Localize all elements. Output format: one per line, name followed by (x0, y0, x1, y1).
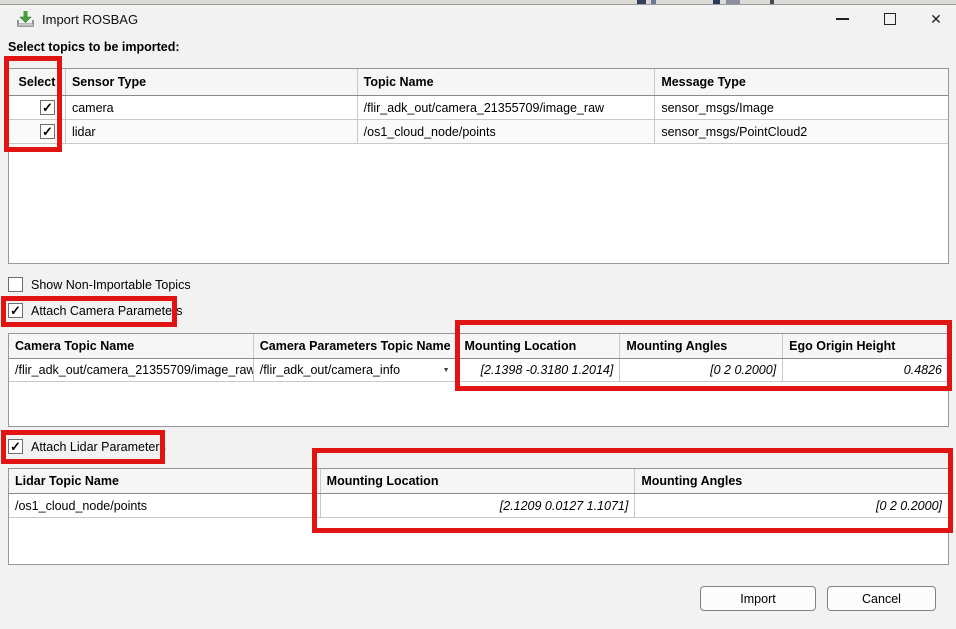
background-window-fragment (637, 0, 646, 4)
camera-sensor-type-cell[interactable]: camera (66, 96, 358, 119)
column-header-lidar-mounting-location: Mounting Location (321, 469, 636, 493)
topics-table-header: Select Sensor Type Topic Name Message Ty… (9, 69, 948, 96)
attach-camera-checkbox[interactable]: ✓ (8, 303, 23, 318)
select-topics-heading: Select topics to be imported: (8, 40, 180, 54)
import-rosbag-dialog: Import ROSBAG ✕ Select topics to be impo… (0, 0, 956, 629)
background-window-fragment (713, 0, 720, 4)
camera-select-checkbox[interactable]: ✓ (40, 100, 55, 115)
attach-lidar-label: Attach Lidar Parameters (31, 440, 166, 454)
camera-params-header: Camera Topic Name Camera Parameters Topi… (9, 334, 948, 359)
lidar-message-type-cell[interactable]: sensor_msgs/PointCloud2 (655, 120, 948, 143)
lidar-topic-cell[interactable]: /os1_cloud_node/points (9, 494, 321, 517)
camera-message-type-cell[interactable]: sensor_msgs/Image (655, 96, 948, 119)
lidar-mounting-angles-cell[interactable]: [0 2 0.2000] (635, 494, 948, 517)
background-window-strip (0, 0, 956, 5)
camera-select-cell: ✓ (9, 96, 66, 119)
column-header-ego-origin-height: Ego Origin Height (783, 334, 948, 358)
lidar-sensor-type-cell[interactable]: lidar (66, 120, 358, 143)
show-non-importable-row: Show Non-Importable Topics (8, 277, 191, 292)
import-button[interactable]: Import (700, 586, 816, 611)
camera-params-table: Camera Topic Name Camera Parameters Topi… (8, 333, 949, 427)
camera-topic-name-cell[interactable]: /flir_adk_out/camera_21355709/image_raw (358, 96, 656, 119)
window-title: Import ROSBAG (42, 12, 138, 27)
lidar-topic-name-cell[interactable]: /os1_cloud_node/points (358, 120, 656, 143)
topics-table: Select Sensor Type Topic Name Message Ty… (8, 68, 949, 264)
column-header-cam-mounting-angles: Mounting Angles (620, 334, 783, 358)
lidar-params-row[interactable]: /os1_cloud_node/points [2.1209 0.0127 1.… (9, 494, 948, 518)
attach-lidar-row: ✓ Attach Lidar Parameters (8, 439, 166, 454)
show-non-importable-label: Show Non-Importable Topics (31, 278, 191, 292)
ego-origin-height-cell[interactable]: 0.4826 (783, 359, 948, 381)
background-window-fragment (726, 0, 740, 4)
cam-mounting-location-cell[interactable]: [2.1398 -0.3180 1.2014] (459, 359, 621, 381)
camera-params-row[interactable]: /flir_adk_out/camera_21355709/image_raw … (9, 359, 948, 382)
lidar-select-checkbox[interactable]: ✓ (40, 124, 55, 139)
column-header-camera-params-topic: Camera Parameters Topic Name (254, 334, 459, 358)
table-row-lidar[interactable]: ✓ lidar /os1_cloud_node/points sensor_ms… (9, 120, 948, 144)
attach-camera-label: Attach Camera Parameters (31, 304, 182, 318)
lidar-mounting-location-cell[interactable]: [2.1209 0.0127 1.1071] (321, 494, 636, 517)
show-non-importable-checkbox[interactable] (8, 277, 23, 292)
minimize-button[interactable] (825, 6, 859, 32)
cancel-button[interactable]: Cancel (827, 586, 936, 611)
minimize-icon (836, 18, 849, 20)
titlebar: Import ROSBAG ✕ (0, 6, 956, 32)
cam-mounting-angles-cell[interactable]: [0 2 0.2000] (620, 359, 783, 381)
column-header-lidar-mounting-angles: Mounting Angles (635, 469, 948, 493)
camera-params-topic-value: /flir_adk_out/camera_info (260, 363, 400, 377)
background-window-fragment (770, 0, 774, 4)
attach-lidar-checkbox[interactable]: ✓ (8, 439, 23, 454)
column-header-select: Select (9, 69, 66, 95)
camera-params-topic-dropdown[interactable]: /flir_adk_out/camera_info ▼ (254, 359, 459, 381)
column-header-topic-name: Topic Name (358, 69, 656, 95)
chevron-down-icon[interactable]: ▼ (443, 367, 452, 374)
column-header-cam-mounting-location: Mounting Location (459, 334, 621, 358)
column-header-message-type: Message Type (655, 69, 948, 95)
import-rosbag-icon (16, 10, 35, 28)
column-header-camera-topic: Camera Topic Name (9, 334, 254, 358)
lidar-params-table: Lidar Topic Name Mounting Location Mount… (8, 468, 949, 565)
attach-camera-row: ✓ Attach Camera Parameters (8, 303, 182, 318)
camera-topic-cell[interactable]: /flir_adk_out/camera_21355709/image_raw (9, 359, 254, 381)
lidar-select-cell: ✓ (9, 120, 66, 143)
background-window-fragment (651, 0, 656, 4)
maximize-icon (884, 13, 896, 25)
table-row-camera[interactable]: ✓ camera /flir_adk_out/camera_21355709/i… (9, 96, 948, 120)
column-header-sensor-type: Sensor Type (66, 69, 358, 95)
column-header-lidar-topic: Lidar Topic Name (9, 469, 321, 493)
lidar-params-header: Lidar Topic Name Mounting Location Mount… (9, 469, 948, 494)
close-button[interactable]: ✕ (919, 6, 953, 32)
maximize-button[interactable] (873, 6, 907, 32)
